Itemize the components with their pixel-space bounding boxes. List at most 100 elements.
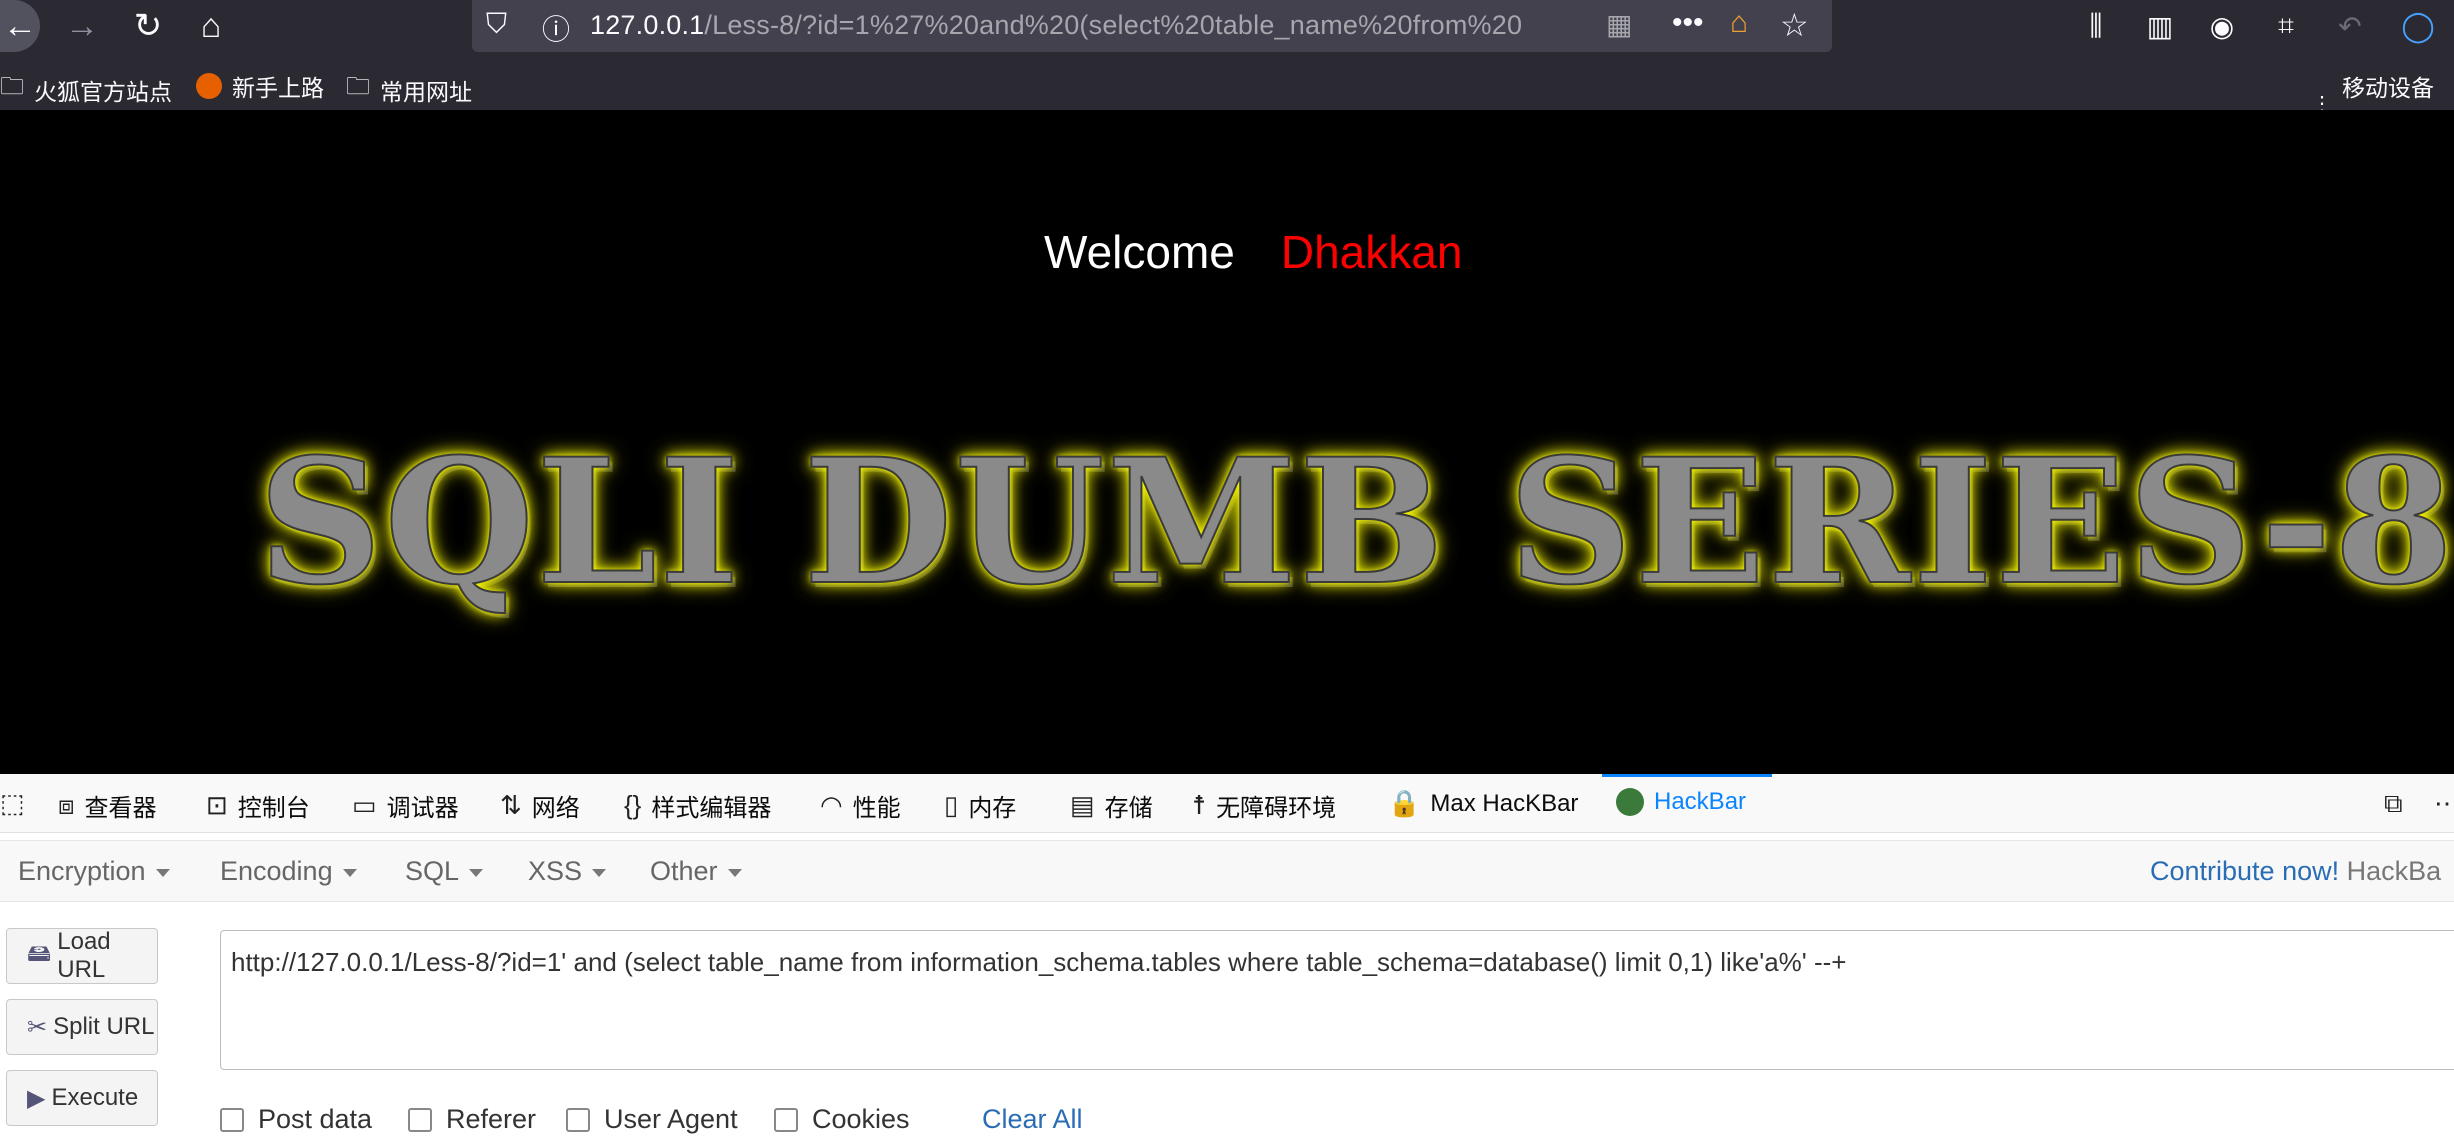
- option-label: Cookies: [812, 1104, 910, 1134]
- performance-icon: ◠: [820, 790, 843, 820]
- arrow-left-icon: ←: [3, 6, 37, 45]
- menu-other[interactable]: Other: [650, 856, 742, 887]
- tab-debugger[interactable]: ▭ 调试器: [352, 788, 459, 823]
- cookies-option[interactable]: Cookies: [774, 1104, 910, 1135]
- post-data-option[interactable]: Post data: [220, 1104, 372, 1135]
- library-icon[interactable]: ⫼: [2076, 0, 2116, 52]
- menu-encoding[interactable]: Encoding: [220, 856, 357, 887]
- contribute-link[interactable]: Contribute now! HackBa: [2150, 856, 2441, 887]
- url-text[interactable]: 127.0.0.1/Less-8/?id=1%27%20and%20(selec…: [590, 10, 1550, 41]
- tab-label: 样式编辑器: [651, 795, 772, 822]
- forward-button[interactable]: →: [58, 0, 106, 52]
- menu-encryption[interactable]: Encryption: [18, 856, 170, 887]
- sqli-banner: SQLI DUMB SERIES-8: [257, 419, 2454, 624]
- checkbox[interactable]: [408, 1107, 432, 1132]
- tab-hackbar[interactable]: HackBar: [1616, 788, 1746, 816]
- dock-icon[interactable]: ⧉: [2384, 788, 2403, 820]
- undo-icon[interactable]: ↶: [2330, 0, 2370, 52]
- style-editor-icon: {}: [624, 790, 642, 820]
- checkbox[interactable]: [566, 1107, 590, 1132]
- referer-option[interactable]: Referer: [408, 1104, 536, 1135]
- tab-memory[interactable]: ▯ 内存: [944, 788, 1016, 823]
- extension-icon[interactable]: ◯: [2398, 0, 2438, 52]
- clear-all-link[interactable]: Clear All: [982, 1104, 1083, 1135]
- url-bar[interactable]: ⛉ ⓘ 127.0.0.1/Less-8/?id=1%27%20and%20(s…: [472, 0, 1832, 52]
- storage-icon: ▤: [1070, 790, 1095, 820]
- more-options-icon[interactable]: ⋯: [2434, 788, 2454, 819]
- bookmark-item[interactable]: 🗀 火狐官方站点: [0, 69, 172, 110]
- tab-label: 无障碍环境: [1216, 795, 1337, 822]
- screenshot-crop-icon[interactable]: ⌗: [2266, 0, 2306, 52]
- menu-label: Encryption: [18, 856, 146, 886]
- user-agent-option[interactable]: User Agent: [566, 1104, 738, 1135]
- back-button[interactable]: ←: [0, 0, 40, 52]
- active-tab-indicator: [1602, 774, 1772, 777]
- inspector-icon: ⧈: [58, 789, 75, 820]
- home-button[interactable]: ⌂: [186, 0, 236, 52]
- tab-label: 内存: [968, 795, 1017, 822]
- tab-label: 存储: [1104, 795, 1153, 822]
- user-name: Dhakkan: [1280, 226, 1463, 278]
- reload-button[interactable]: ↻: [124, 0, 172, 52]
- menu-label: Other: [650, 856, 718, 886]
- firefox-icon: [196, 73, 222, 99]
- welcome-text: Welcome Dhakkan: [1044, 225, 1462, 279]
- tab-storage[interactable]: ▤ 存储: [1070, 788, 1153, 823]
- tab-style-editor[interactable]: {} 样式编辑器: [624, 788, 771, 823]
- option-label: Referer: [446, 1104, 537, 1134]
- tab-inspector[interactable]: ⧈ 查看器: [58, 788, 157, 823]
- folder-icon: 🗀: [346, 73, 370, 100]
- caret-down-icon: [727, 868, 742, 877]
- home-page-icon[interactable]: ⌂: [1730, 6, 1748, 40]
- memory-icon: ▯: [944, 790, 959, 820]
- caret-down-icon: [592, 868, 607, 877]
- caret-down-icon: [155, 868, 170, 877]
- reload-icon: ↻: [133, 7, 163, 45]
- shield-icon[interactable]: ⛉: [486, 8, 507, 41]
- hackbar-menu: Encryption Encoding SQL XSS Other Contri…: [0, 840, 2454, 902]
- qr-code-icon[interactable]: ▦: [1606, 8, 1632, 41]
- execute-button[interactable]: ▶ Execute: [6, 1070, 158, 1126]
- more-actions-icon[interactable]: •••: [1672, 6, 1704, 40]
- menu-xss[interactable]: XSS: [528, 856, 607, 887]
- tab-performance[interactable]: ◠ 性能: [820, 788, 901, 823]
- tab-label: 查看器: [84, 795, 157, 822]
- caret-down-icon: [469, 868, 484, 877]
- option-label: User Agent: [604, 1104, 738, 1134]
- bookmark-star-icon[interactable]: ☆: [1780, 6, 1809, 44]
- url-host: 127.0.0.1: [590, 10, 705, 40]
- bookmarks-bar: 🗀 火狐官方站点 新手上路 🗀 常用网址 ⋮ 移动设备上的: [0, 56, 2454, 135]
- account-icon[interactable]: ◉: [2202, 0, 2242, 52]
- devtools-tabs: ⬚ ⧈ 查看器 ⊡ 控制台 ▭ 调试器 ⇅ 网络 {} 样式编辑器 ◠ 性能 ▯ 内存 ▤ 存储…: [0, 774, 2454, 833]
- tab-max-hackbar[interactable]: 🔒 Max HacKBar: [1388, 788, 1578, 819]
- max-hackbar-icon: 🔒: [1388, 788, 1421, 818]
- url-path: /Less-8/?id=1%27%20and%20(select%20table…: [704, 10, 1523, 40]
- url-textarea[interactable]: http://127.0.0.1/Less-8/?id=1' and (sele…: [220, 930, 2454, 1070]
- button-label: Execute: [51, 1084, 139, 1111]
- bookmark-item[interactable]: 🗀 常用网址: [346, 69, 472, 110]
- accessibility-icon: ☨: [1192, 790, 1207, 820]
- sidebar-icon[interactable]: ▥: [2140, 0, 2180, 52]
- load-url-button[interactable]: 🖴 Load URL: [6, 928, 158, 984]
- tab-console[interactable]: ⊡ 控制台: [206, 788, 310, 823]
- tab-label: HackBar: [1654, 788, 1747, 815]
- checkbox[interactable]: [220, 1107, 244, 1132]
- tab-network[interactable]: ⇅ 网络: [500, 788, 580, 823]
- pick-element-icon[interactable]: ⬚: [0, 788, 25, 819]
- split-url-button[interactable]: ✂ Split URL: [6, 999, 158, 1055]
- tab-label: 控制台: [237, 795, 310, 822]
- hackbar-brand: HackBa: [2346, 856, 2442, 886]
- tab-label: Max HacKBar: [1430, 789, 1579, 817]
- console-icon: ⊡: [206, 790, 228, 820]
- load-icon: 🖴: [27, 939, 52, 967]
- bookmark-label: 新手上路: [232, 75, 324, 101]
- tab-accessibility[interactable]: ☨ 无障碍环境: [1192, 788, 1336, 823]
- hackbar-icon: [1616, 788, 1644, 816]
- menu-sql[interactable]: SQL: [405, 856, 484, 887]
- bookmark-item[interactable]: 新手上路: [196, 69, 324, 103]
- option-label: Post data: [258, 1104, 373, 1134]
- bookmark-label: 火狐官方站点: [34, 78, 172, 105]
- checkbox[interactable]: [774, 1107, 798, 1132]
- web-page: Welcome Dhakkan SQLI DUMB SERIES-8: [0, 110, 2454, 774]
- site-info-icon[interactable]: ⓘ: [542, 8, 570, 48]
